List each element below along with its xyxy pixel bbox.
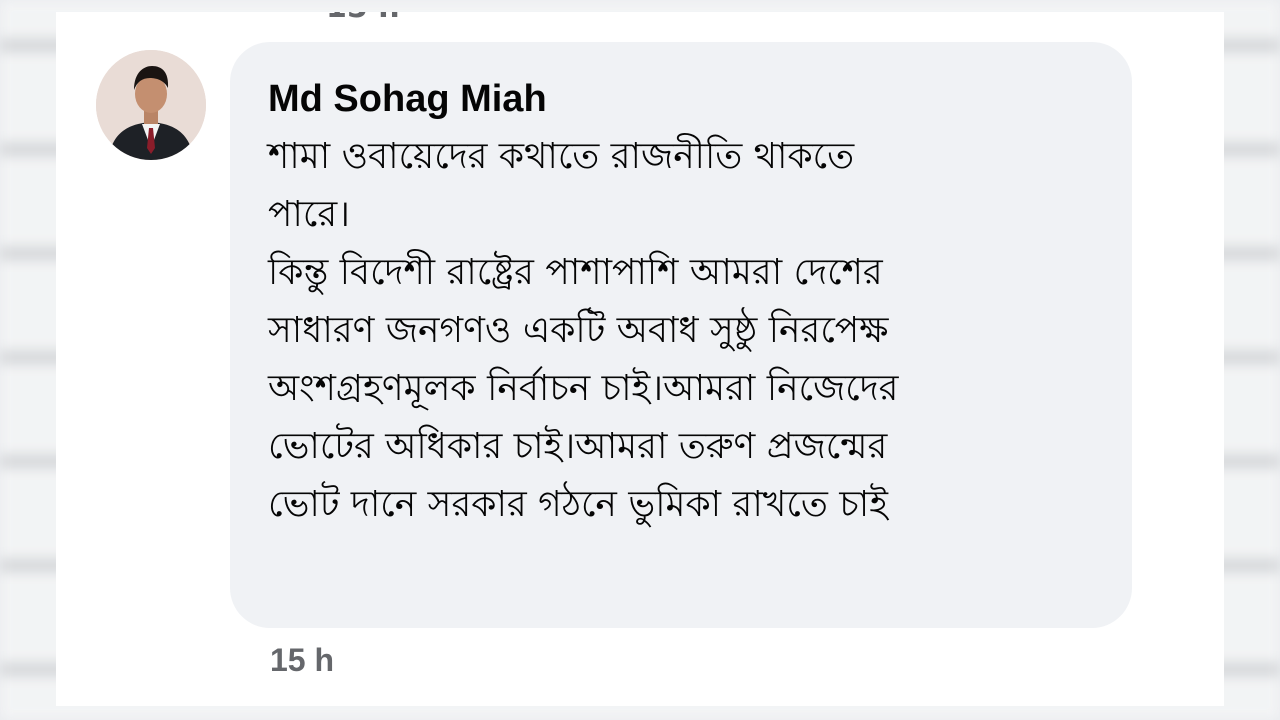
comment-line: ভোট দানে সরকার গঠনে ভুমিকা রাখতে চাই	[268, 484, 888, 525]
comment-line: সাধারণ জনগণও একটি অবাধ সুষ্ঠু নিরপেক্ষ	[268, 310, 889, 351]
previous-comment-timestamp: 15 h	[326, 12, 400, 25]
comment-line: অংশগ্রহণমূলক নির্বাচন চাই।আমরা নিজেদের	[268, 368, 899, 409]
comment-timestamp[interactable]: 15 h	[270, 642, 334, 679]
comment-line: পারে।	[268, 194, 351, 235]
comment-body: শামা ওবায়েদের কথাতে রাজনীতি থাকতে পারে।…	[268, 128, 1092, 534]
comment-bubble: Md Sohag Miah শামা ওবায়েদের কথাতে রাজনী…	[230, 42, 1132, 628]
comment-line: কিন্তু বিদেশী রাষ্ট্রের পাশাপাশি আমরা দে…	[268, 252, 883, 293]
comment-line: ভোটের অধিকার চাই।আমরা তরুণ প্রজন্মের	[268, 426, 888, 467]
profile-photo-avatar-icon	[96, 50, 206, 160]
comment-card: 15 h Md Sohag Miah শামা ওবায়েদের কথাতে …	[56, 12, 1224, 706]
avatar[interactable]	[96, 50, 206, 160]
comment-author-name[interactable]: Md Sohag Miah	[268, 72, 1092, 126]
comment-line: শামা ওবায়েদের কথাতে রাজনীতি থাকতে	[268, 136, 855, 177]
